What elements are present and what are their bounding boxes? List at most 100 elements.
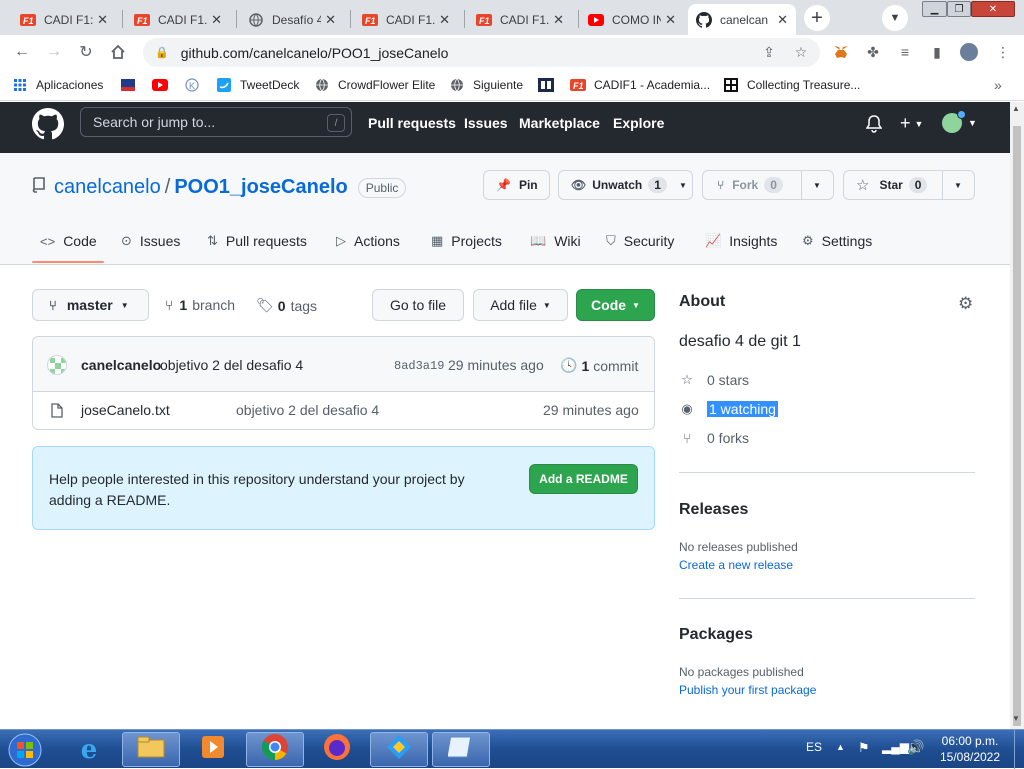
bookmark-youtube[interactable] xyxy=(152,76,176,94)
user-menu-button[interactable]: ▼ xyxy=(942,110,977,133)
show-hidden-icons[interactable]: ▲ xyxy=(836,742,845,752)
nav-pull-requests[interactable]: Pull requests xyxy=(368,115,456,131)
taskbar-chrome[interactable] xyxy=(246,732,304,767)
go-to-file-button[interactable]: Go to file xyxy=(372,289,464,321)
close-icon[interactable]: ✕ xyxy=(553,12,564,28)
taskbar-app[interactable] xyxy=(370,732,428,767)
tab-search-button[interactable]: ▼ xyxy=(882,5,908,31)
bookmark-collecting[interactable]: Collecting Treasure... xyxy=(723,76,860,94)
browser-tab[interactable]: Desafío 4 ✕ xyxy=(240,4,344,35)
scroll-up-icon[interactable]: ▲ xyxy=(1012,104,1020,113)
bookmark-site[interactable] xyxy=(538,76,562,94)
new-tab-button[interactable]: + xyxy=(804,5,830,31)
code-button[interactable]: Code ▼ xyxy=(576,289,655,321)
network-icon[interactable]: ▂▄▆ xyxy=(882,740,909,754)
tab-settings[interactable]: ⚙ Settings xyxy=(802,233,872,249)
tab-pull-requests[interactable]: ⇅ Pull requests xyxy=(207,233,307,249)
publish-package-link[interactable]: Publish your first package xyxy=(679,683,816,697)
branches-link[interactable]: ⑂ 1 branch xyxy=(165,297,235,313)
share-icon[interactable]: ⇪ xyxy=(760,43,778,61)
scroll-down-icon[interactable]: ▼ xyxy=(1012,714,1020,723)
bell-icon[interactable] xyxy=(865,115,883,138)
branch-select[interactable]: ⑂ master ▼ xyxy=(32,289,149,321)
bookmark-apps[interactable]: Aplicaciones xyxy=(12,76,103,94)
forks-link[interactable]: ⑂ 0 forks xyxy=(679,430,749,446)
packages-heading[interactable]: Packages xyxy=(679,626,753,644)
unwatch-button[interactable]: 👁 Unwatch 1 ▼ xyxy=(558,170,693,200)
create-new-button[interactable]: + ▼ xyxy=(900,113,923,134)
commits-link[interactable]: 🕓 1 commit xyxy=(560,357,638,374)
taskbar-explorer[interactable] xyxy=(122,732,180,767)
nav-marketplace[interactable]: Marketplace xyxy=(519,115,600,131)
more-bookmarks-icon[interactable]: » xyxy=(994,76,1002,94)
bookmark-cadif1[interactable]: F1 CADIF1 - Academia... xyxy=(570,76,710,94)
commit-message-link[interactable]: objetivo 2 del desafio 4 xyxy=(160,357,303,373)
tags-link[interactable]: 🏷 0 tags xyxy=(256,297,317,314)
scrollbar-thumb[interactable] xyxy=(1013,126,1021,726)
close-icon[interactable]: ✕ xyxy=(665,12,676,28)
fork-button[interactable]: ⑂ Fork 0 ▼ xyxy=(702,170,834,200)
back-button[interactable]: ← xyxy=(11,41,33,63)
github-logo-icon[interactable] xyxy=(32,108,65,145)
tab-projects[interactable]: ▦ Projects xyxy=(431,233,502,249)
bookmark-logo[interactable] xyxy=(120,76,144,94)
window-close-button[interactable]: ✕ xyxy=(971,1,1015,17)
bookmark-tweetdeck[interactable]: TweetDeck xyxy=(216,76,299,94)
nav-explore[interactable]: Explore xyxy=(613,115,664,131)
forward-button[interactable]: → xyxy=(43,41,65,63)
commit-author-link[interactable]: canelcanelo xyxy=(81,357,161,373)
tab-wiki[interactable]: 📖 Wiki xyxy=(530,233,581,249)
tab-issues[interactable]: ⊙ Issues xyxy=(121,233,180,249)
stars-link[interactable]: ☆ 0 stars xyxy=(679,372,749,388)
tab-code[interactable]: <> Code xyxy=(40,233,97,249)
repo-owner-link[interactable]: canelcanelo xyxy=(54,176,161,199)
show-desktop-button[interactable] xyxy=(1014,730,1024,769)
address-bar[interactable]: 🔒 github.com/canelcanelo/POO1_joseCanelo xyxy=(143,38,820,67)
close-icon[interactable]: ✕ xyxy=(439,12,450,28)
browser-tab[interactable]: F1 CADI F1: ✕ xyxy=(12,4,116,35)
start-button[interactable] xyxy=(6,732,44,767)
taskbar-firefox[interactable] xyxy=(308,732,366,767)
star-bookmark-icon[interactable]: ☆ xyxy=(792,43,810,61)
watchers-link[interactable]: ◉ 1 watching xyxy=(679,401,778,417)
language-indicator[interactable]: ES xyxy=(806,740,822,754)
taskbar-ie[interactable]: e xyxy=(60,732,118,767)
commit-sha-link[interactable]: 8ad3a19 xyxy=(394,359,444,373)
side-panel-icon[interactable]: ▮ xyxy=(928,43,946,61)
star-button[interactable]: ☆ Star 0 ▼ xyxy=(843,170,975,200)
taskbar-notepad[interactable] xyxy=(432,732,490,767)
repo-name-link[interactable]: POO1_joseCanelo xyxy=(174,176,347,199)
close-icon[interactable]: ✕ xyxy=(211,12,222,28)
maximize-button[interactable]: ❐ xyxy=(947,1,971,17)
reading-list-icon[interactable]: ≡ xyxy=(896,43,914,61)
browser-tab[interactable]: COMO IN ✕ xyxy=(580,4,684,35)
browser-tab-active[interactable]: canelcan ✕ xyxy=(688,4,796,35)
add-readme-button[interactable]: Add a README xyxy=(529,464,638,494)
browser-tab[interactable]: F1 CADI F1. ✕ xyxy=(126,4,230,35)
bookmark-crowdflower[interactable]: CrowdFlower Elite xyxy=(314,76,435,94)
tab-actions[interactable]: ▷ Actions xyxy=(336,233,400,249)
extensions-icon[interactable]: ✤ xyxy=(864,43,882,61)
flag-icon[interactable]: ⚑ xyxy=(858,740,870,756)
page-scrollbar[interactable]: ▲ ▼ xyxy=(1010,102,1024,729)
file-name-link[interactable]: joseCanelo.txt xyxy=(81,402,170,418)
home-button[interactable] xyxy=(107,41,129,63)
tab-security[interactable]: ⛉ Security xyxy=(606,233,674,249)
create-release-link[interactable]: Create a new release xyxy=(679,558,793,572)
profile-avatar[interactable] xyxy=(960,43,978,61)
gear-icon[interactable]: ⚙ xyxy=(958,294,973,314)
more-menu-icon[interactable]: ⋮ xyxy=(994,43,1012,61)
minimize-button[interactable]: ▁ xyxy=(922,1,947,17)
close-icon[interactable]: ✕ xyxy=(325,12,336,28)
releases-heading[interactable]: Releases xyxy=(679,501,748,519)
nav-issues[interactable]: Issues xyxy=(464,115,508,131)
taskbar-media-player[interactable] xyxy=(184,732,242,767)
volume-icon[interactable]: 🔊 xyxy=(907,739,924,756)
file-commit-message-link[interactable]: objetivo 2 del desafio 4 xyxy=(236,402,379,418)
close-icon[interactable]: ✕ xyxy=(97,12,108,28)
tab-insights[interactable]: 📈 Insights xyxy=(705,233,777,249)
reload-button[interactable]: ↻ xyxy=(75,41,97,63)
add-file-button[interactable]: Add file ▼ xyxy=(473,289,568,321)
browser-tab[interactable]: F1 CADI F1. ✕ xyxy=(468,4,572,35)
clock[interactable]: 06:00 p.m. 15/08/2022 xyxy=(930,733,1010,765)
